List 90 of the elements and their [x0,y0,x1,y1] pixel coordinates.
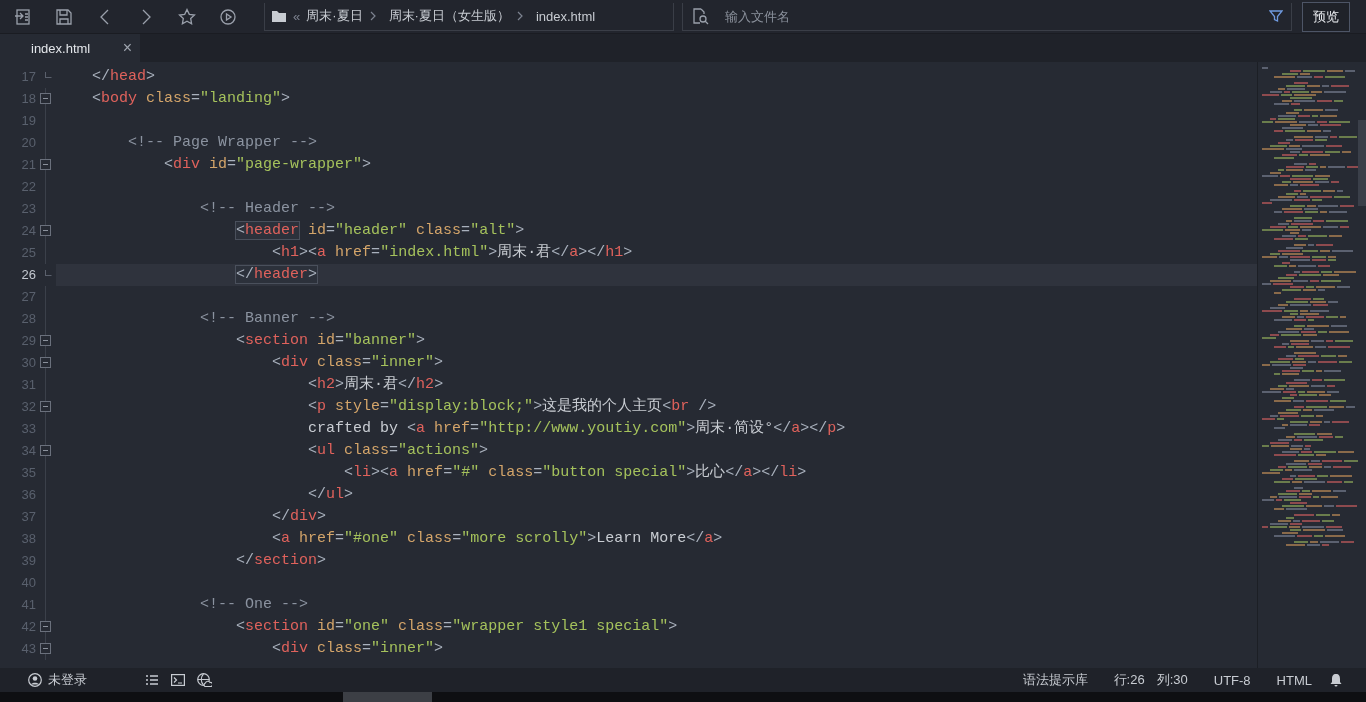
fold-end-icon [45,72,52,78]
user-icon[interactable] [28,673,42,687]
file-tab[interactable]: index.html × [0,34,140,62]
star-icon[interactable] [177,7,196,26]
language-label[interactable]: HTML [1276,672,1312,688]
line-number: 18 [20,90,36,108]
breadcrumb-item[interactable]: 周末·夏日（女生版） [388,7,510,25]
terminal-icon[interactable] [171,674,185,686]
line-number: 43 [20,640,36,658]
code-line: </div> [272,507,327,527]
line-number: 36 [20,486,36,504]
code-line: <p style="display:block;">这是我的个人主页<br /> [308,396,717,417]
line-number: 23 [20,200,36,218]
code-line: <div class="inner"> [272,639,444,659]
code-line: <section id="one" class="wrapper style1 special"> [236,617,678,637]
code-line: <a href="#one" class="more scrolly">Learn More</a> [272,529,723,549]
code-line: <ul class="actions"> [308,441,489,461]
breadcrumb-more[interactable]: « [293,8,301,24]
file-search-field[interactable]: 输入文件名 [682,2,1292,31]
cursor-column: 列:30 [1156,671,1188,689]
fold-icon[interactable] [40,93,51,104]
code-line: <!-- Page Wrapper --> [128,133,318,153]
code-line: </ul> [308,485,354,505]
code-line: crafted by <a href="http://www.youtiy.com">周末·简设°</a></p> [308,418,846,439]
line-number: 42 [20,618,36,636]
bell-icon[interactable] [1330,673,1342,687]
fold-icon[interactable] [40,445,51,456]
breadcrumb-item[interactable]: 周末·夏日 [306,7,363,25]
line-number: 28 [20,310,36,328]
code-line: <!-- One --> [200,595,309,615]
search-input[interactable]: 输入文件名 [723,7,1269,25]
line-number: 35 [20,464,36,482]
preview-button[interactable]: 预览 [1302,1,1350,32]
line-number: 19 [20,112,36,130]
close-icon[interactable]: × [122,39,132,57]
fold-icon[interactable] [40,335,51,346]
login-status[interactable]: 未登录 [48,671,87,689]
line-number: 22 [20,178,36,196]
play-icon[interactable] [218,7,237,26]
breadcrumb-item[interactable]: index.html [535,8,596,24]
scrollbar-thumb[interactable] [343,692,432,702]
file-search-icon [691,7,709,25]
chevron-icon [515,10,524,22]
fold-icon[interactable] [40,621,51,632]
code-line: <header id="header" class="alt"> [236,221,525,241]
line-number: 37 [20,508,36,526]
code-line: <li><a href="#" class="button special">比心</a></li> [344,462,807,483]
folder-icon [271,8,287,24]
code-line: </head> [92,67,156,87]
save-icon[interactable] [54,7,73,26]
new-file-icon[interactable] [13,7,32,26]
fold-icon[interactable] [40,643,51,654]
line-number: 34 [20,442,36,460]
code-line: <h2>周末·君</h2> [308,374,444,395]
line-number: 25 [20,244,36,262]
code-line: <!-- Banner --> [200,309,336,329]
code-line: <div class="inner"> [272,353,444,373]
line-number: 24 [20,222,36,240]
line-number: 17 [20,68,36,86]
code-line: <!-- Header --> [200,199,336,219]
line-number: 33 [20,420,36,438]
fold-icon[interactable] [40,159,51,170]
line-number: 39 [20,552,36,570]
chevron-icon [368,10,377,22]
globe-cloud-icon[interactable] [197,672,212,688]
line-number: 20 [20,134,36,152]
code-line: <div id="page-wrapper"> [164,155,372,175]
list-icon[interactable] [145,674,159,686]
line-number: 26 [20,266,36,284]
line-number: 38 [20,530,36,548]
code-line: <body class="landing"> [92,89,291,109]
fold-icon[interactable] [40,357,51,368]
line-number: 27 [20,288,36,306]
code-line: </section> [236,551,327,571]
cursor-line: 行:26 [1113,671,1145,689]
line-number: 21 [20,156,36,174]
line-number: 29 [20,332,36,350]
line-number: 31 [20,376,36,394]
encoding-label[interactable]: UTF-8 [1213,672,1251,688]
fold-icon[interactable] [40,401,51,412]
line-number: 40 [20,574,36,592]
fold-icon[interactable] [40,225,51,236]
line-number: 32 [20,398,36,416]
code-line: <section id="banner"> [236,331,426,351]
line-number: 41 [20,596,36,614]
filter-icon[interactable] [1269,9,1283,23]
code-line: <h1><a href="index.html">周末·君</a></h1> [272,242,633,263]
syntax-library-link[interactable]: 语法提示库 [1022,671,1088,689]
fold-end-icon [45,270,52,276]
line-number: 30 [20,354,36,372]
